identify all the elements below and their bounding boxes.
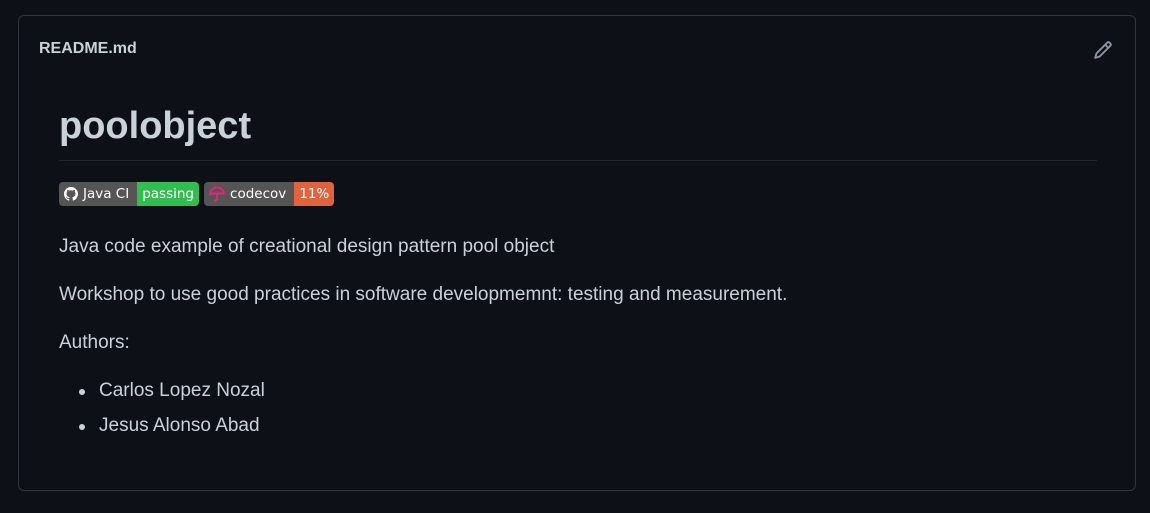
bullet-icon <box>79 388 85 395</box>
readme-filename-link[interactable]: README.md <box>39 40 137 58</box>
list-item: Carlos Lopez Nozal <box>59 380 1097 415</box>
authors-list: Carlos Lopez Nozal Jesus Alonso Abad <box>59 380 1097 450</box>
codecov-badge-coverage: 11% <box>294 181 335 206</box>
codecov-umbrella-icon <box>209 186 225 202</box>
readme-content: poolobject Java CI passing codecov 11% J… <box>59 104 1097 450</box>
java-ci-badge-label-segment: Java CI <box>59 181 138 206</box>
author-name: Jesus Alonso Abad <box>99 414 260 436</box>
workshop-description: Workshop to use good practices in softwa… <box>59 283 788 305</box>
list-item: Jesus Alonso Abad <box>59 415 1097 450</box>
project-description: Java code example of creational design p… <box>59 235 555 257</box>
java-ci-badge[interactable]: Java CI passing <box>59 181 200 206</box>
readme-panel: README.md poolobject Java CI passing cod… <box>18 15 1136 491</box>
codecov-badge[interactable]: codecov 11% <box>204 181 335 206</box>
java-ci-badge-status: passing <box>137 181 200 206</box>
edit-file-button[interactable] <box>1091 38 1115 62</box>
readme-header: README.md <box>19 16 1135 84</box>
author-name: Carlos Lopez Nozal <box>99 379 265 401</box>
codecov-badge-label-segment: codecov <box>204 181 295 206</box>
bullet-icon <box>79 423 85 430</box>
github-icon <box>64 186 78 201</box>
pencil-icon <box>1094 41 1112 59</box>
codecov-badge-label: codecov <box>230 185 287 202</box>
badge-row: Java CI passing codecov 11% <box>59 181 1097 206</box>
authors-heading: Authors: <box>59 331 130 353</box>
java-ci-badge-label: Java CI <box>83 185 130 202</box>
project-title: poolobject <box>59 104 1097 161</box>
